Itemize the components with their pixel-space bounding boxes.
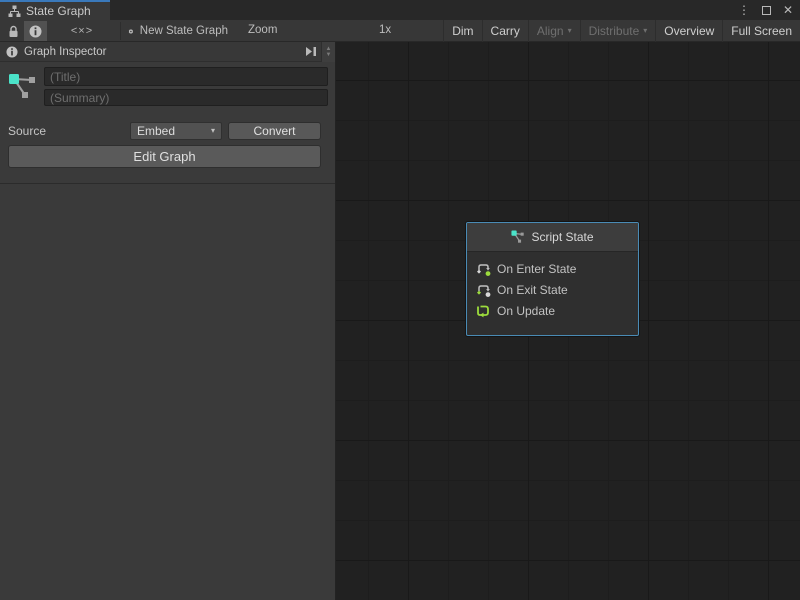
event-row-on-exit[interactable]: On Exit State [475, 279, 638, 300]
window-menu-icon[interactable]: ⋮ [736, 2, 752, 18]
convert-button[interactable]: Convert [228, 122, 321, 140]
chevron-down-icon: ▾ [643, 27, 647, 35]
hierarchy-icon [8, 5, 21, 18]
event-label: On Enter State [497, 262, 576, 276]
zoom-value: 1x [379, 24, 391, 36]
distribute-label: Distribute [589, 24, 640, 38]
state-enter-icon [475, 261, 491, 277]
inspector-header: Graph Inspector ▲ ▼ [0, 42, 335, 62]
state-graph-icon [8, 70, 38, 100]
inspector-divider [0, 183, 335, 184]
event-label: On Exit State [497, 283, 568, 297]
lock-button[interactable] [3, 21, 23, 41]
node-header[interactable]: Script State [467, 223, 638, 252]
zoom-label: Zoom [248, 24, 277, 36]
toolbar: <×> New State Graph Zoom 1x Dim Carry Al… [0, 20, 800, 42]
convert-label: Convert [253, 124, 295, 138]
node-title: Script State [531, 230, 593, 244]
info-icon [6, 46, 18, 58]
title-bar: State Graph ⋮ ✕ [0, 0, 800, 20]
overview-label: Overview [664, 24, 714, 38]
distribute-button[interactable]: Distribute ▾ [580, 20, 656, 42]
align-label: Align [537, 24, 564, 38]
source-label: Source [8, 124, 46, 138]
carry-label: Carry [491, 24, 520, 38]
source-value: Embed [137, 124, 175, 138]
dock-panel-icon[interactable] [304, 45, 319, 58]
scroll-spinner[interactable]: ▲ ▼ [321, 42, 335, 62]
code-view-button[interactable]: <×> [58, 21, 106, 41]
dim-button[interactable]: Dim [443, 20, 481, 42]
tab-state-graph[interactable]: State Graph [0, 0, 110, 20]
info-icon [29, 25, 42, 38]
event-label: On Update [497, 304, 555, 318]
carry-button[interactable]: Carry [482, 20, 528, 42]
source-dropdown[interactable]: Embed ▾ [130, 122, 222, 140]
window-controls: ⋮ ✕ [736, 0, 796, 20]
script-state-node[interactable]: Script State On Enter State O [466, 222, 639, 336]
chevron-down-icon: ▾ [211, 127, 215, 135]
close-icon[interactable]: ✕ [780, 2, 796, 18]
fullscreen-label: Full Screen [731, 24, 792, 38]
edit-graph-button[interactable]: Edit Graph [8, 145, 321, 168]
toolbar-divider [120, 22, 121, 40]
update-loop-icon [475, 303, 491, 319]
overview-button[interactable]: Overview [655, 20, 722, 42]
edit-graph-label: Edit Graph [133, 149, 195, 164]
align-button[interactable]: Align ▾ [528, 20, 580, 42]
event-row-on-enter[interactable]: On Enter State [475, 258, 638, 279]
state-exit-icon [475, 282, 491, 298]
event-row-on-update[interactable]: On Update [475, 300, 638, 321]
chevron-down-icon: ▾ [568, 27, 572, 35]
graph-name-label: New State Graph [140, 25, 228, 37]
title-input[interactable] [44, 67, 328, 86]
inspector-title: Graph Inspector [24, 46, 106, 58]
graph-inspector-panel: Graph Inspector ▲ ▼ Source Embed ▾ Conve… [0, 42, 336, 600]
inspector-toggle-button[interactable] [24, 21, 47, 41]
spin-down-icon: ▼ [326, 52, 332, 58]
fullscreen-button[interactable]: Full Screen [722, 20, 800, 42]
code-icon: <×> [71, 25, 93, 37]
state-graph-icon [511, 230, 525, 244]
node-body: On Enter State On Exit State On Update [467, 252, 638, 335]
graph-breadcrumb[interactable]: New State Graph [128, 21, 228, 41]
lock-icon [8, 25, 19, 38]
maximize-glyph [762, 6, 771, 15]
graph-gizmo-icon [128, 24, 134, 39]
toolbar-right-group: Dim Carry Align ▾ Distribute ▾ Overview … [443, 20, 800, 42]
tab-title: State Graph [26, 4, 91, 18]
graph-canvas[interactable]: Script State On Enter State O [336, 42, 800, 600]
summary-input[interactable] [44, 89, 328, 106]
dim-label: Dim [452, 24, 473, 38]
maximize-icon[interactable] [758, 2, 774, 18]
